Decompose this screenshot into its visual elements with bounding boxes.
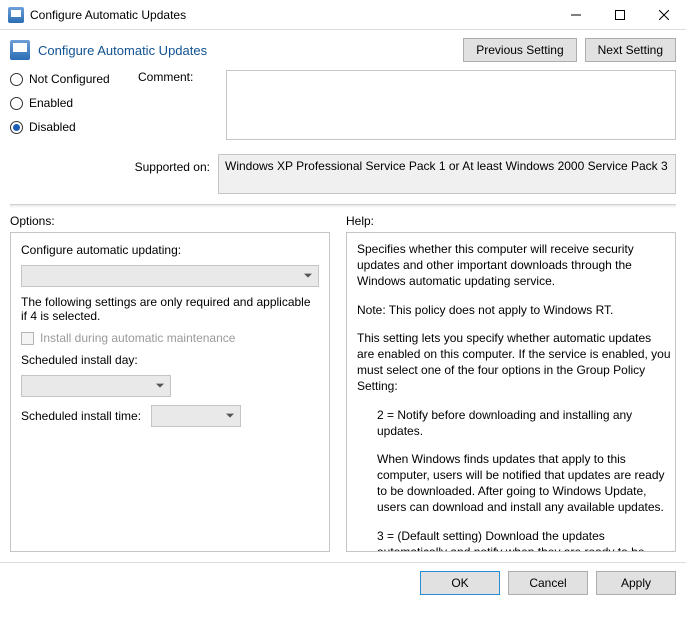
divider	[10, 204, 676, 208]
radio-enabled[interactable]: Enabled	[10, 96, 130, 110]
help-text[interactable]: Specifies whether this computer will rec…	[347, 233, 675, 551]
configure-updating-select[interactable]	[21, 265, 319, 287]
options-note: The following settings are only required…	[21, 295, 319, 323]
checkbox-label: Install during automatic maintenance	[40, 331, 235, 345]
window-title: Configure Automatic Updates	[30, 8, 554, 22]
footer: OK Cancel Apply	[0, 562, 686, 603]
scheduled-day-label: Scheduled install day:	[21, 353, 319, 367]
radio-label: Disabled	[29, 120, 76, 134]
radio-disabled[interactable]: Disabled	[10, 120, 130, 134]
page-title: Configure Automatic Updates	[38, 43, 207, 58]
close-icon	[659, 10, 669, 20]
policy-icon	[10, 40, 30, 60]
help-panel: Specifies whether this computer will rec…	[346, 232, 676, 552]
state-radio-group: Not Configured Enabled Disabled	[10, 70, 130, 134]
help-label: Help:	[346, 214, 676, 228]
checkbox-icon	[21, 332, 34, 345]
maximize-icon	[615, 10, 625, 20]
header-bar: Configure Automatic Updates Previous Set…	[10, 38, 676, 62]
cancel-button[interactable]: Cancel	[508, 571, 588, 595]
app-icon	[8, 7, 24, 23]
radio-label: Enabled	[29, 96, 73, 110]
close-button[interactable]	[642, 0, 686, 30]
radio-icon	[10, 97, 23, 110]
previous-setting-button[interactable]: Previous Setting	[463, 38, 576, 62]
maximize-button[interactable]	[598, 0, 642, 30]
scheduled-time-label: Scheduled install time:	[21, 409, 141, 423]
next-setting-button[interactable]: Next Setting	[585, 38, 676, 62]
minimize-button[interactable]	[554, 0, 598, 30]
options-label: Options:	[10, 214, 330, 228]
scheduled-time-select[interactable]	[151, 405, 241, 427]
supported-on-label: Supported on:	[10, 154, 210, 174]
scheduled-day-select[interactable]	[21, 375, 171, 397]
install-during-maintenance-checkbox[interactable]: Install during automatic maintenance	[21, 331, 319, 345]
radio-not-configured[interactable]: Not Configured	[10, 72, 130, 86]
comment-label: Comment:	[138, 70, 218, 84]
supported-on-value: Windows XP Professional Service Pack 1 o…	[218, 154, 676, 194]
ok-button[interactable]: OK	[420, 571, 500, 595]
help-paragraph: Specifies whether this computer will rec…	[357, 241, 671, 290]
radio-icon	[10, 73, 23, 86]
configure-updating-label: Configure automatic updating:	[21, 243, 319, 257]
titlebar: Configure Automatic Updates	[0, 0, 686, 30]
help-paragraph: When Windows finds updates that apply to…	[357, 451, 671, 516]
help-paragraph: Note: This policy does not apply to Wind…	[357, 302, 671, 318]
help-paragraph: 3 = (Default setting) Download the updat…	[357, 528, 671, 551]
minimize-icon	[571, 10, 581, 20]
apply-button[interactable]: Apply	[596, 571, 676, 595]
options-panel: Configure automatic updating: The follow…	[10, 232, 330, 552]
radio-label: Not Configured	[29, 72, 110, 86]
help-paragraph: This setting lets you specify whether au…	[357, 330, 671, 395]
help-paragraph: 2 = Notify before downloading and instal…	[357, 407, 671, 439]
comment-textarea[interactable]	[226, 70, 676, 140]
radio-icon	[10, 121, 23, 134]
